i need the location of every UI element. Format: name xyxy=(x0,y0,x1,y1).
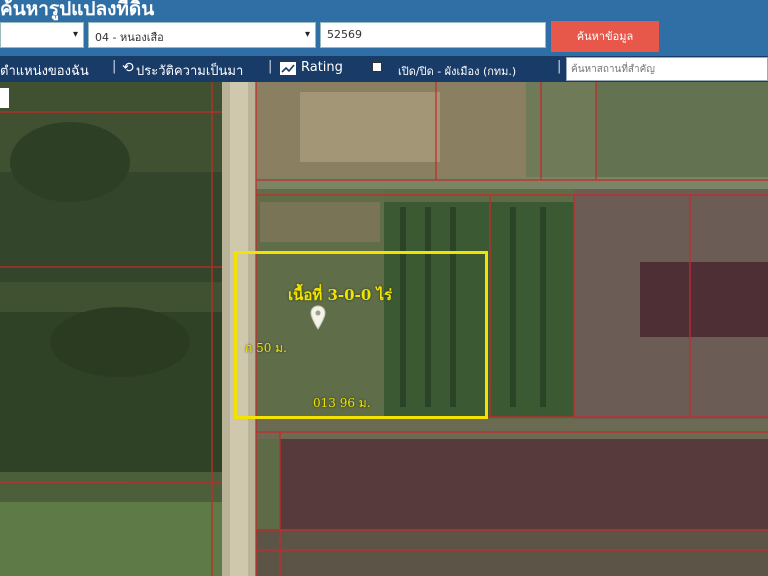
rating-icon xyxy=(280,62,296,75)
history-button[interactable]: ประวัติความเป็นมา xyxy=(136,60,243,81)
frontage-label: ก 50 ม. xyxy=(245,341,287,355)
history-icon: ⟲ xyxy=(122,60,134,76)
chevron-down-icon: ▾ xyxy=(304,29,310,40)
city-plan-toggle-label[interactable]: เปิด/ปิด - ผังเมือง (กทม.) xyxy=(398,62,516,80)
parcel-area-label: เนื้อที่ 3-0-0 ไร่ xyxy=(288,286,393,304)
header-bar: ค้นหารูปแปลงที่ดิน ▾ 04 - หนองเสือ ▾ 525… xyxy=(0,0,768,56)
parcel-number-value: 52569 xyxy=(327,28,362,41)
map-control[interactable] xyxy=(0,88,9,108)
page-title: ค้นหารูปแปลงที่ดิน xyxy=(0,0,155,20)
rating-button[interactable]: Rating xyxy=(301,60,343,75)
city-plan-checkbox[interactable] xyxy=(372,62,382,72)
width-label: 013 96 ม. xyxy=(313,396,371,410)
location-pin-icon[interactable] xyxy=(310,305,326,331)
toolbar-divider: | xyxy=(112,59,117,74)
amphoe-select-value: 04 - หนองเสือ xyxy=(95,31,164,44)
amphoe-select[interactable]: 04 - หนองเสือ ▾ xyxy=(88,22,316,48)
place-search-input[interactable] xyxy=(566,57,768,81)
parcel-number-input[interactable]: 52569 xyxy=(320,22,546,48)
my-location-button[interactable]: ตำแหน่งของฉัน xyxy=(0,60,89,81)
province-select[interactable]: ▾ xyxy=(0,22,84,48)
toolbar-divider: | xyxy=(268,59,273,74)
chevron-down-icon: ▾ xyxy=(72,29,78,40)
toolbar-divider: | xyxy=(557,59,562,74)
search-button[interactable]: ค้นหาข้อมูล xyxy=(551,21,659,52)
